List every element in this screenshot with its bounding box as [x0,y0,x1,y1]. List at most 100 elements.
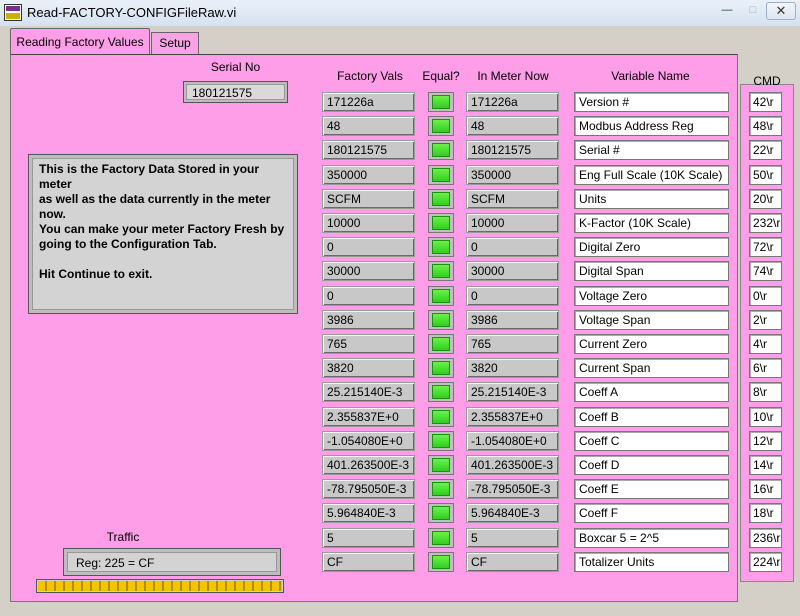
variable-name: Coeff F [574,503,729,523]
in-meter-now-header: In Meter Now [477,69,549,83]
info-line-3: You can make your meter Factory Fresh by [39,222,285,236]
cmd-value: 232\r [749,213,782,233]
in-meter-value: 30000 [466,261,559,281]
factory-value: 5.964840E-3 [322,503,415,523]
in-meter-value: 0 [466,237,559,257]
equal-led [428,116,454,136]
factory-value: 0 [322,237,415,257]
in-meter-value: 0 [466,286,559,306]
factory-value: 3820 [322,358,415,378]
led-lamp [432,119,450,133]
cmd-value: 42\r [749,92,782,112]
led-lamp [432,337,450,351]
factory-value: 0 [322,286,415,306]
led-lamp [432,313,450,327]
equal-led [428,92,454,112]
info-line-1: This is the Factory Data Stored in your … [39,162,260,191]
variable-name: Coeff B [574,407,729,427]
in-meter-value: 3986 [466,310,559,330]
equal-led [428,382,454,402]
in-meter-value: -1.054080E+0 [466,431,559,451]
led-lamp [432,482,450,496]
factory-value: 25.215140E-3 [322,382,415,402]
cmd-value: 20\r [749,189,782,209]
equal-led [428,165,454,185]
traffic-value: Reg: 225 = CF [67,552,277,572]
in-meter-value: 401.263500E-3 [466,455,559,475]
led-lamp [432,95,450,109]
info-line-2: as well as the data currently in the met… [39,192,271,221]
traffic-progress-bar [36,579,284,593]
led-lamp [432,531,450,545]
equal-led [428,407,454,427]
variable-name: Coeff C [574,431,729,451]
led-lamp [432,385,450,399]
in-meter-value: 48 [466,116,559,136]
equal-header: Equal? [422,69,460,83]
factory-value: 5 [322,528,415,548]
equal-led [428,503,454,523]
variable-name: Current Zero [574,334,729,354]
cmd-value: 72\r [749,237,782,257]
led-lamp [432,240,450,254]
info-line-4: going to the Configuration Tab. [39,237,217,251]
minimize-button[interactable]: — [714,2,740,20]
cmd-value: 6\r [749,358,782,378]
factory-vals-header: Factory Vals [337,69,403,83]
cmd-value: 10\r [749,407,782,427]
cmd-value: 48\r [749,116,782,136]
led-lamp [432,216,450,230]
variable-name-header: Variable Name [611,69,690,83]
factory-value: -78.795050E-3 [322,479,415,499]
serial-no-indicator: 180121575 [183,81,288,103]
factory-value: CF [322,552,415,572]
factory-value: 350000 [322,165,415,185]
equal-led [428,213,454,233]
traffic-label: Traffic [106,530,140,544]
equal-led [428,140,454,160]
equal-led [428,479,454,499]
in-meter-value: CF [466,552,559,572]
in-meter-value: -78.795050E-3 [466,479,559,499]
equal-led [428,189,454,209]
equal-led [428,310,454,330]
close-button[interactable]: ✕ [766,2,796,20]
cmd-value: 236\r [749,528,782,548]
factory-value: 30000 [322,261,415,281]
in-meter-value: 3820 [466,358,559,378]
equal-led [428,286,454,306]
cmd-value: 224\r [749,552,782,572]
tab-reading-factory-values[interactable]: Reading Factory Values [10,28,150,55]
variable-name: Boxcar 5 = 2^5 [574,528,729,548]
in-meter-value: 5 [466,528,559,548]
variable-name: Totalizer Units [574,552,729,572]
factory-value: 180121575 [322,140,415,160]
led-lamp [432,434,450,448]
cmd-value: 22\r [749,140,782,160]
led-lamp [432,168,450,182]
serial-no-value: 180121575 [186,84,285,100]
tab-setup[interactable]: Setup [151,32,199,55]
variable-name: Coeff A [574,382,729,402]
in-meter-value: 10000 [466,213,559,233]
info-message-text: This is the Factory Data Stored in your … [32,158,294,310]
in-meter-value: 180121575 [466,140,559,160]
equal-led [428,552,454,572]
factory-value: 765 [322,334,415,354]
equal-led [428,358,454,378]
variable-name: Eng Full Scale (10K Scale) [574,165,729,185]
traffic-indicator: Reg: 225 = CF [63,548,281,576]
cmd-value: 12\r [749,431,782,451]
equal-led [428,237,454,257]
equal-led [428,261,454,281]
variable-name: Current Span [574,358,729,378]
maximize-button[interactable]: □ [740,2,766,20]
in-meter-value: 765 [466,334,559,354]
led-lamp [432,361,450,375]
factory-value: 171226a [322,92,415,112]
variable-name: Voltage Zero [574,286,729,306]
in-meter-value: 25.215140E-3 [466,382,559,402]
window-title: Read-FACTORY-CONFIGFileRaw.vi [27,5,237,20]
variable-name: Voltage Span [574,310,729,330]
led-lamp [432,264,450,278]
